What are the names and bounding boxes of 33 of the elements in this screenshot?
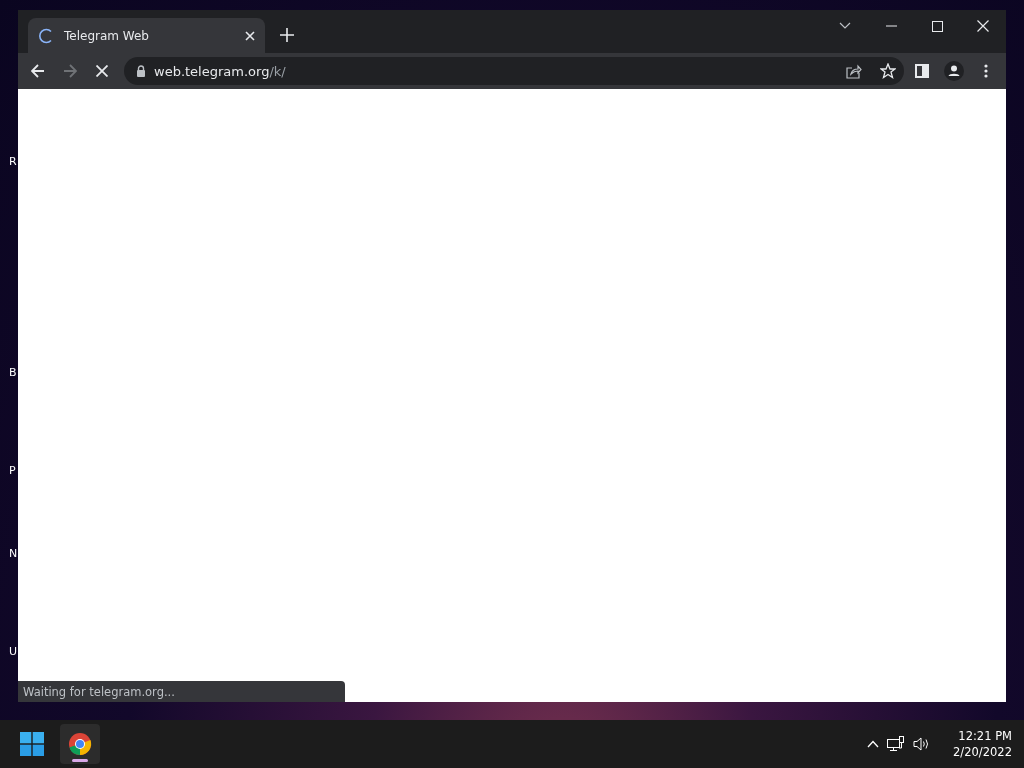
- network-icon[interactable]: [887, 736, 906, 752]
- person-icon: [944, 61, 964, 81]
- desktop-icon-label: N: [9, 547, 18, 560]
- status-bubble: Waiting for telegram.org...: [18, 681, 345, 702]
- close-tab-button[interactable]: [245, 30, 255, 41]
- forward-arrow-icon: [63, 64, 77, 78]
- lock-icon: [136, 65, 146, 77]
- bookmark-star-icon[interactable]: [880, 63, 896, 79]
- menu-icon: [984, 64, 988, 78]
- address-bar[interactable]: web.telegram.org/k/: [124, 57, 904, 85]
- desktop-icon-label: P: [9, 464, 16, 477]
- side-panel-icon: [915, 64, 929, 78]
- chevron-down-icon: [839, 22, 851, 30]
- plus-icon: [280, 28, 294, 42]
- close-icon: [96, 65, 108, 77]
- url-text: web.telegram.org/k/: [154, 63, 287, 79]
- tab-title: Telegram Web: [64, 28, 150, 43]
- desktop-icon-label: U: [9, 645, 18, 658]
- share-icon[interactable]: [846, 63, 862, 79]
- back-arrow-icon: [31, 64, 45, 78]
- desktop-icon-label: B: [9, 366, 17, 379]
- browser-tab[interactable]: Telegram Web: [28, 18, 265, 53]
- taskbar-app-button[interactable]: [60, 724, 100, 764]
- browser-logo-icon: [68, 732, 92, 756]
- maximize-icon: [931, 20, 943, 32]
- clock-time[interactable]: 12:21 PM: [958, 728, 1012, 744]
- clock-date[interactable]: 2/20/2022: [953, 744, 1012, 760]
- chevron-up-icon[interactable]: [867, 740, 880, 748]
- minimize-icon: [885, 25, 897, 27]
- close-icon: [245, 30, 255, 41]
- desktop-icon-label: R: [9, 155, 17, 168]
- windows-logo-icon: [20, 732, 44, 756]
- close-icon: [977, 20, 989, 32]
